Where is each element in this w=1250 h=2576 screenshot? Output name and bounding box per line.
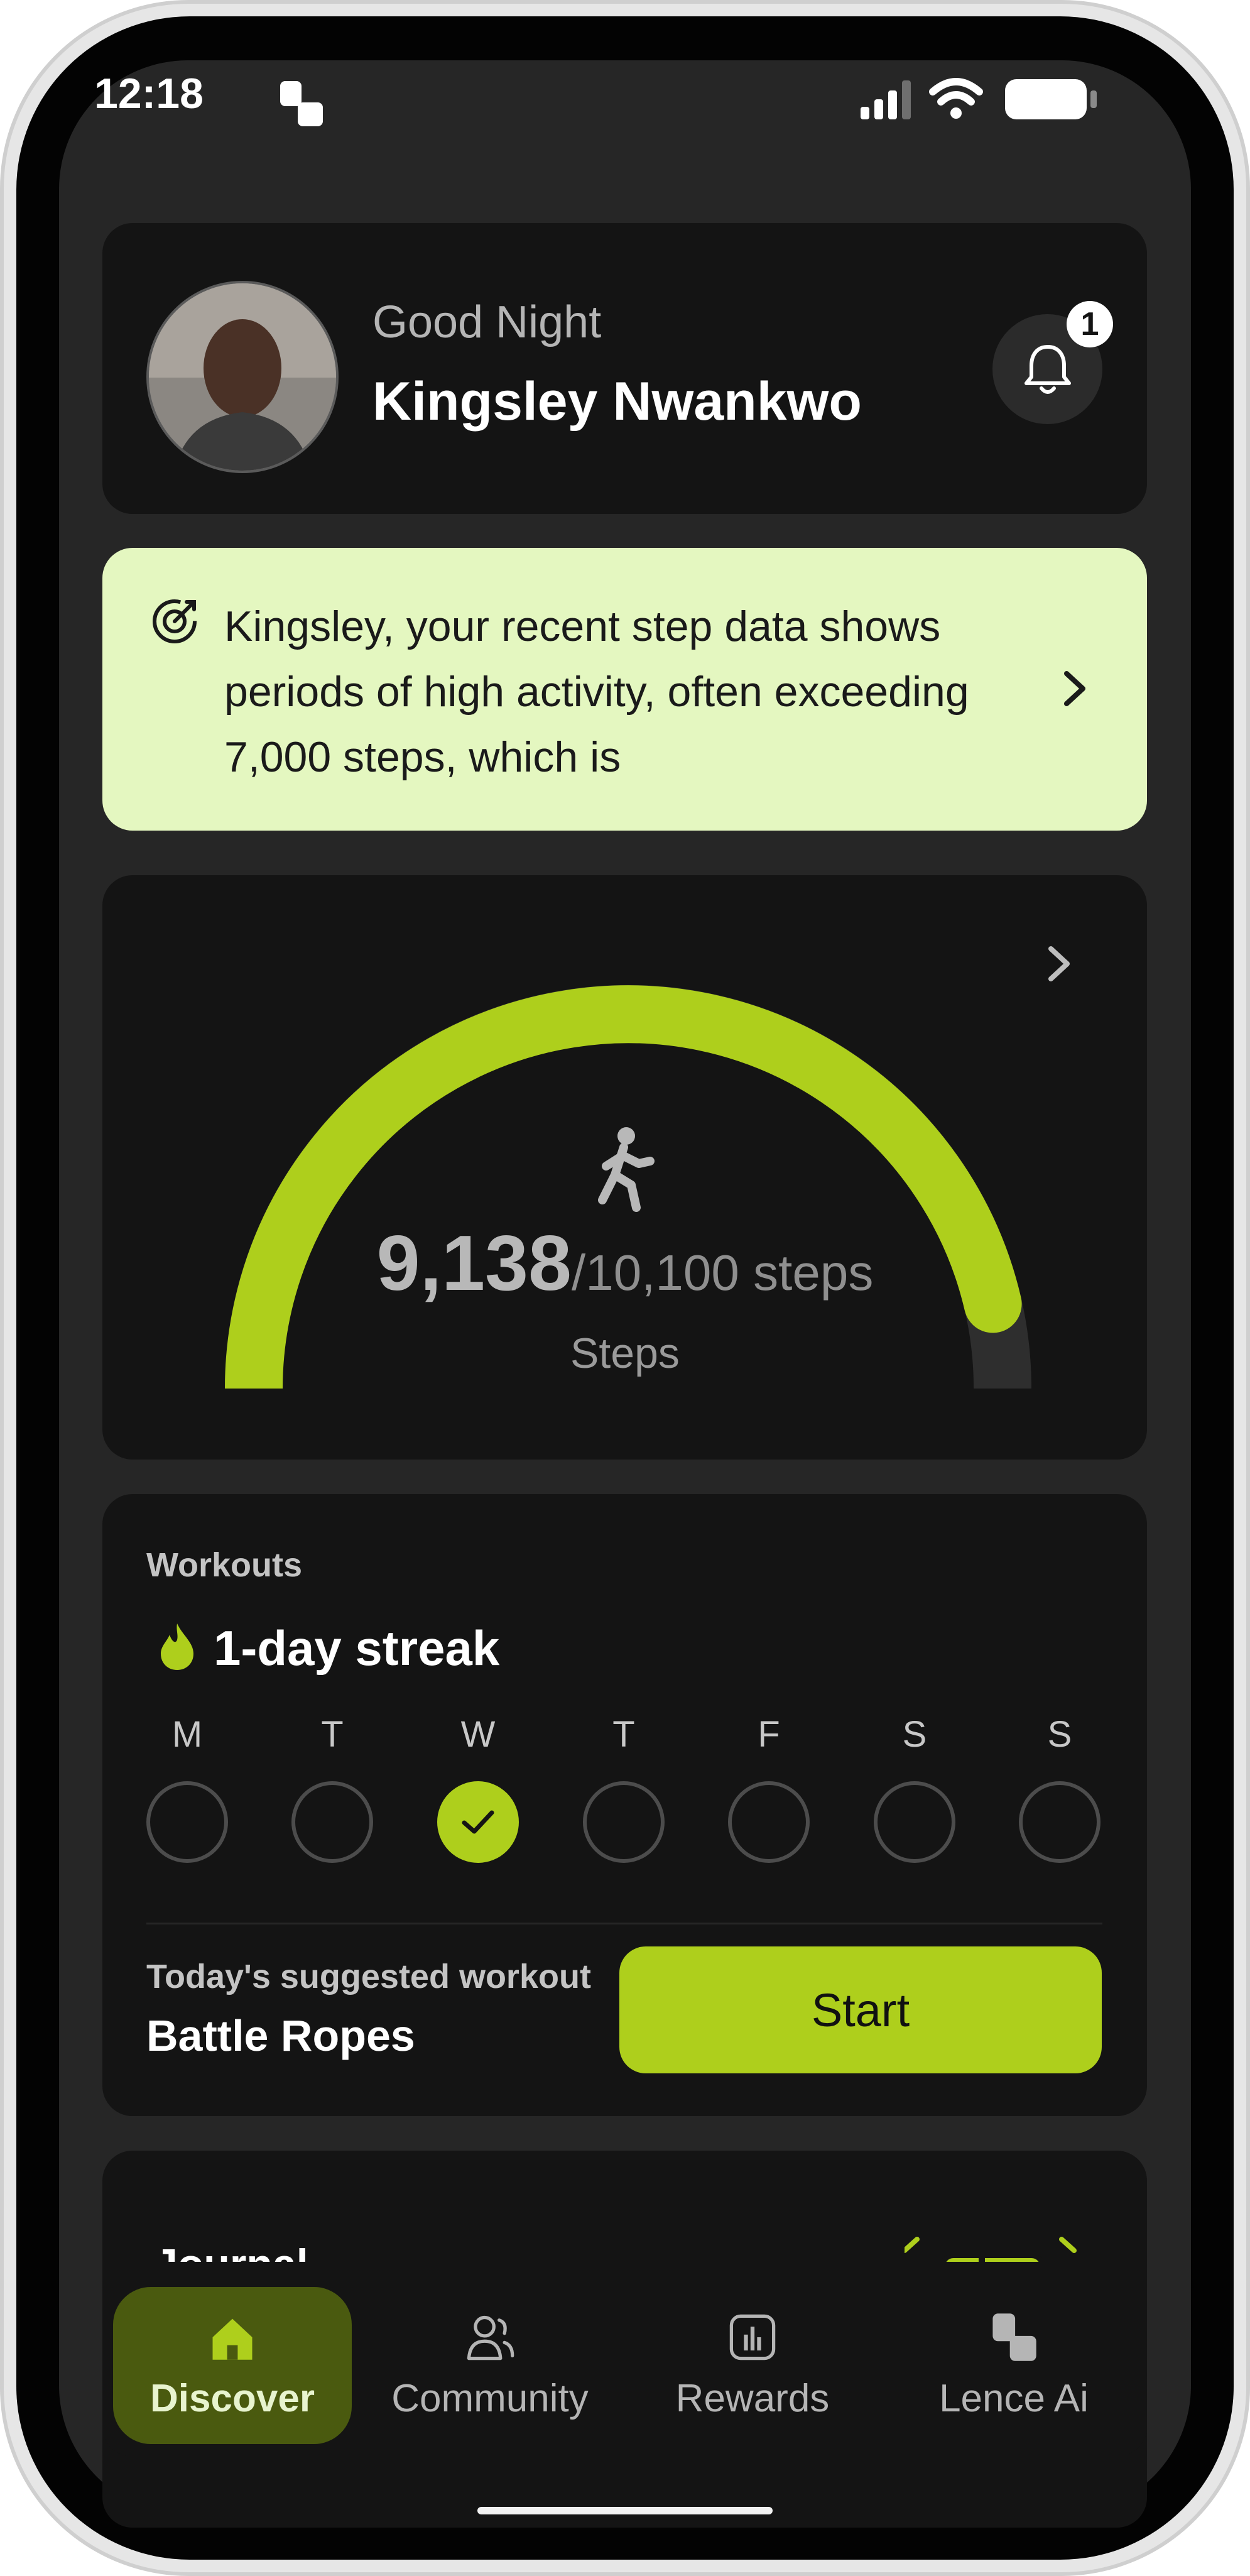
- day-pending[interactable]: [291, 1781, 373, 1863]
- wifi-icon: [929, 78, 983, 119]
- day-label: S: [902, 1714, 927, 1755]
- battery-icon: [1005, 79, 1097, 119]
- status-icons: [861, 78, 1097, 119]
- steps-readout: 9,138/10,100 steps: [188, 1219, 1062, 1308]
- flame-icon: [161, 1624, 193, 1670]
- walking-icon: [598, 1127, 655, 1212]
- user-name: Kingsley Nwankwo: [372, 371, 862, 432]
- start-workout-button[interactable]: Start: [619, 1946, 1102, 2073]
- chevron-right-icon[interactable]: [1055, 666, 1093, 711]
- day-label: T: [612, 1714, 635, 1755]
- avatar-photo: [149, 283, 336, 471]
- status-time: 12:18: [94, 70, 204, 117]
- day-label: S: [1047, 1714, 1072, 1755]
- target-icon: [153, 599, 197, 643]
- nav-label: Discover: [150, 2376, 315, 2420]
- divider: [146, 1923, 1102, 1924]
- suggested-workout-label: Today's suggested workout: [146, 1958, 591, 1995]
- day-pending[interactable]: [146, 1781, 228, 1863]
- chevron-right-icon[interactable]: [1040, 941, 1077, 986]
- lence-ai-icon: [992, 2313, 1036, 2361]
- home-icon: [212, 2318, 253, 2360]
- day-pending[interactable]: [728, 1781, 810, 1863]
- rewards-icon: [729, 2314, 776, 2360]
- nav-label: Community: [391, 2376, 589, 2420]
- avatar[interactable]: [146, 281, 339, 473]
- day-label: M: [171, 1714, 203, 1755]
- day-label: F: [758, 1714, 780, 1755]
- day-pending[interactable]: [1019, 1781, 1101, 1863]
- day-label: W: [460, 1714, 496, 1755]
- nav-item-lence-ai[interactable]: Lence Ai: [894, 2287, 1133, 2444]
- notification-badge: 1: [1067, 301, 1113, 347]
- day-pending[interactable]: [874, 1781, 955, 1863]
- nav-item-community[interactable]: Community: [371, 2287, 609, 2444]
- signal-icon: [861, 80, 911, 119]
- day-pending[interactable]: [583, 1781, 665, 1863]
- check-icon: [462, 1810, 494, 1834]
- day-completed[interactable]: [437, 1781, 519, 1863]
- steps-caption: Steps: [570, 1329, 680, 1377]
- bell-icon: [1024, 344, 1071, 394]
- nav-item-discover[interactable]: Discover: [113, 2287, 352, 2444]
- community-icon: [467, 2315, 514, 2360]
- steps-value: 9,138: [376, 1220, 572, 1307]
- day-label: T: [321, 1714, 344, 1755]
- greeting-text: Good Night: [372, 297, 602, 347]
- nav-label: Rewards: [675, 2376, 830, 2420]
- app-icon: [280, 81, 323, 126]
- workouts-title: Workouts: [146, 1546, 303, 1584]
- steps-goal: /10,100 steps: [571, 1245, 874, 1301]
- home-indicator[interactable]: [477, 2507, 773, 2514]
- nav-label: Lence Ai: [939, 2376, 1089, 2420]
- insight-text: Kingsley, your recent step data shows pe…: [224, 603, 969, 781]
- suggested-workout-name: Battle Ropes: [146, 2011, 415, 2060]
- nav-item-rewards[interactable]: Rewards: [633, 2287, 872, 2444]
- streak-text: 1-day streak: [214, 1620, 500, 1676]
